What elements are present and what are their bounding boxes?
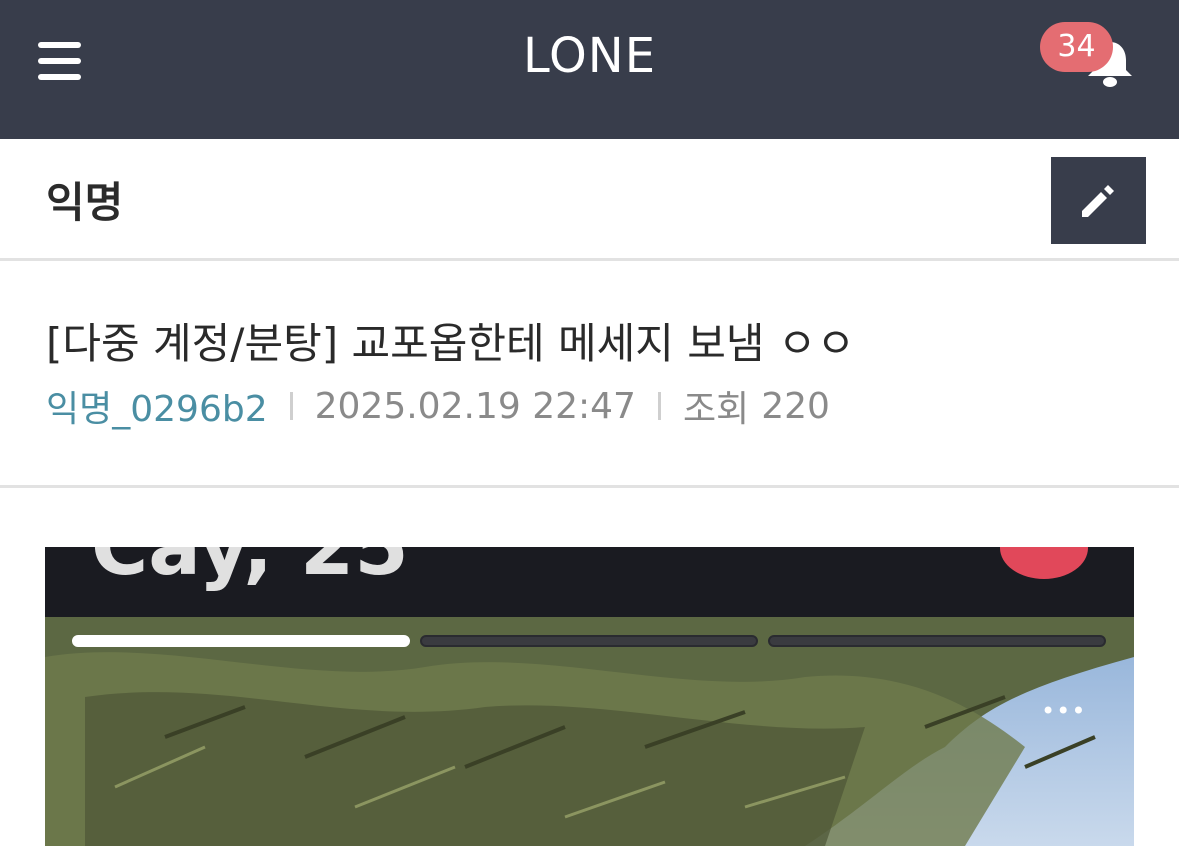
meta-divider (289, 392, 293, 420)
more-options-icon: ••• (1041, 697, 1087, 725)
site-logo[interactable]: LONE (0, 28, 1179, 84)
tree-photo (45, 617, 1134, 846)
story-progress-segment (72, 635, 410, 647)
board-title[interactable]: 익명 (46, 169, 123, 230)
views-count: 220 (761, 385, 830, 427)
top-navigation-bar: LONE 34 (0, 0, 1179, 139)
story-progress-segment (420, 635, 758, 647)
story-overlay-text: Cay, 25 (91, 547, 409, 593)
post-date: 2025.02.19 22:47 (314, 385, 636, 427)
pencil-icon (1082, 185, 1114, 217)
write-post-button[interactable] (1051, 157, 1146, 244)
post-title: [다중 계정/분탕] 교포옵한테 메세지 보냄 ㅇㅇ (46, 319, 856, 368)
board-header: 익명 (0, 139, 1179, 261)
views-label: 조회 (682, 389, 750, 430)
post-content-image[interactable]: Cay, 25 ••• (45, 547, 1134, 846)
app-root: LONE 34 익명 [다중 계정/분탕] 교포옵한테 메세지 보냄 ㅇㅇ 익명… (0, 0, 1179, 846)
meta-divider (657, 392, 661, 420)
post-meta: 익명_0296b2 2025.02.19 22:47 조회 220 (46, 380, 830, 432)
author-link[interactable]: 익명_0296b2 (46, 380, 268, 432)
post-header: [다중 계정/분탕] 교포옵한테 메세지 보냄 ㅇㅇ 익명_0296b2 202… (0, 264, 1179, 488)
story-progress-segment (768, 635, 1106, 647)
notification-count-badge[interactable]: 34 (1040, 22, 1113, 72)
